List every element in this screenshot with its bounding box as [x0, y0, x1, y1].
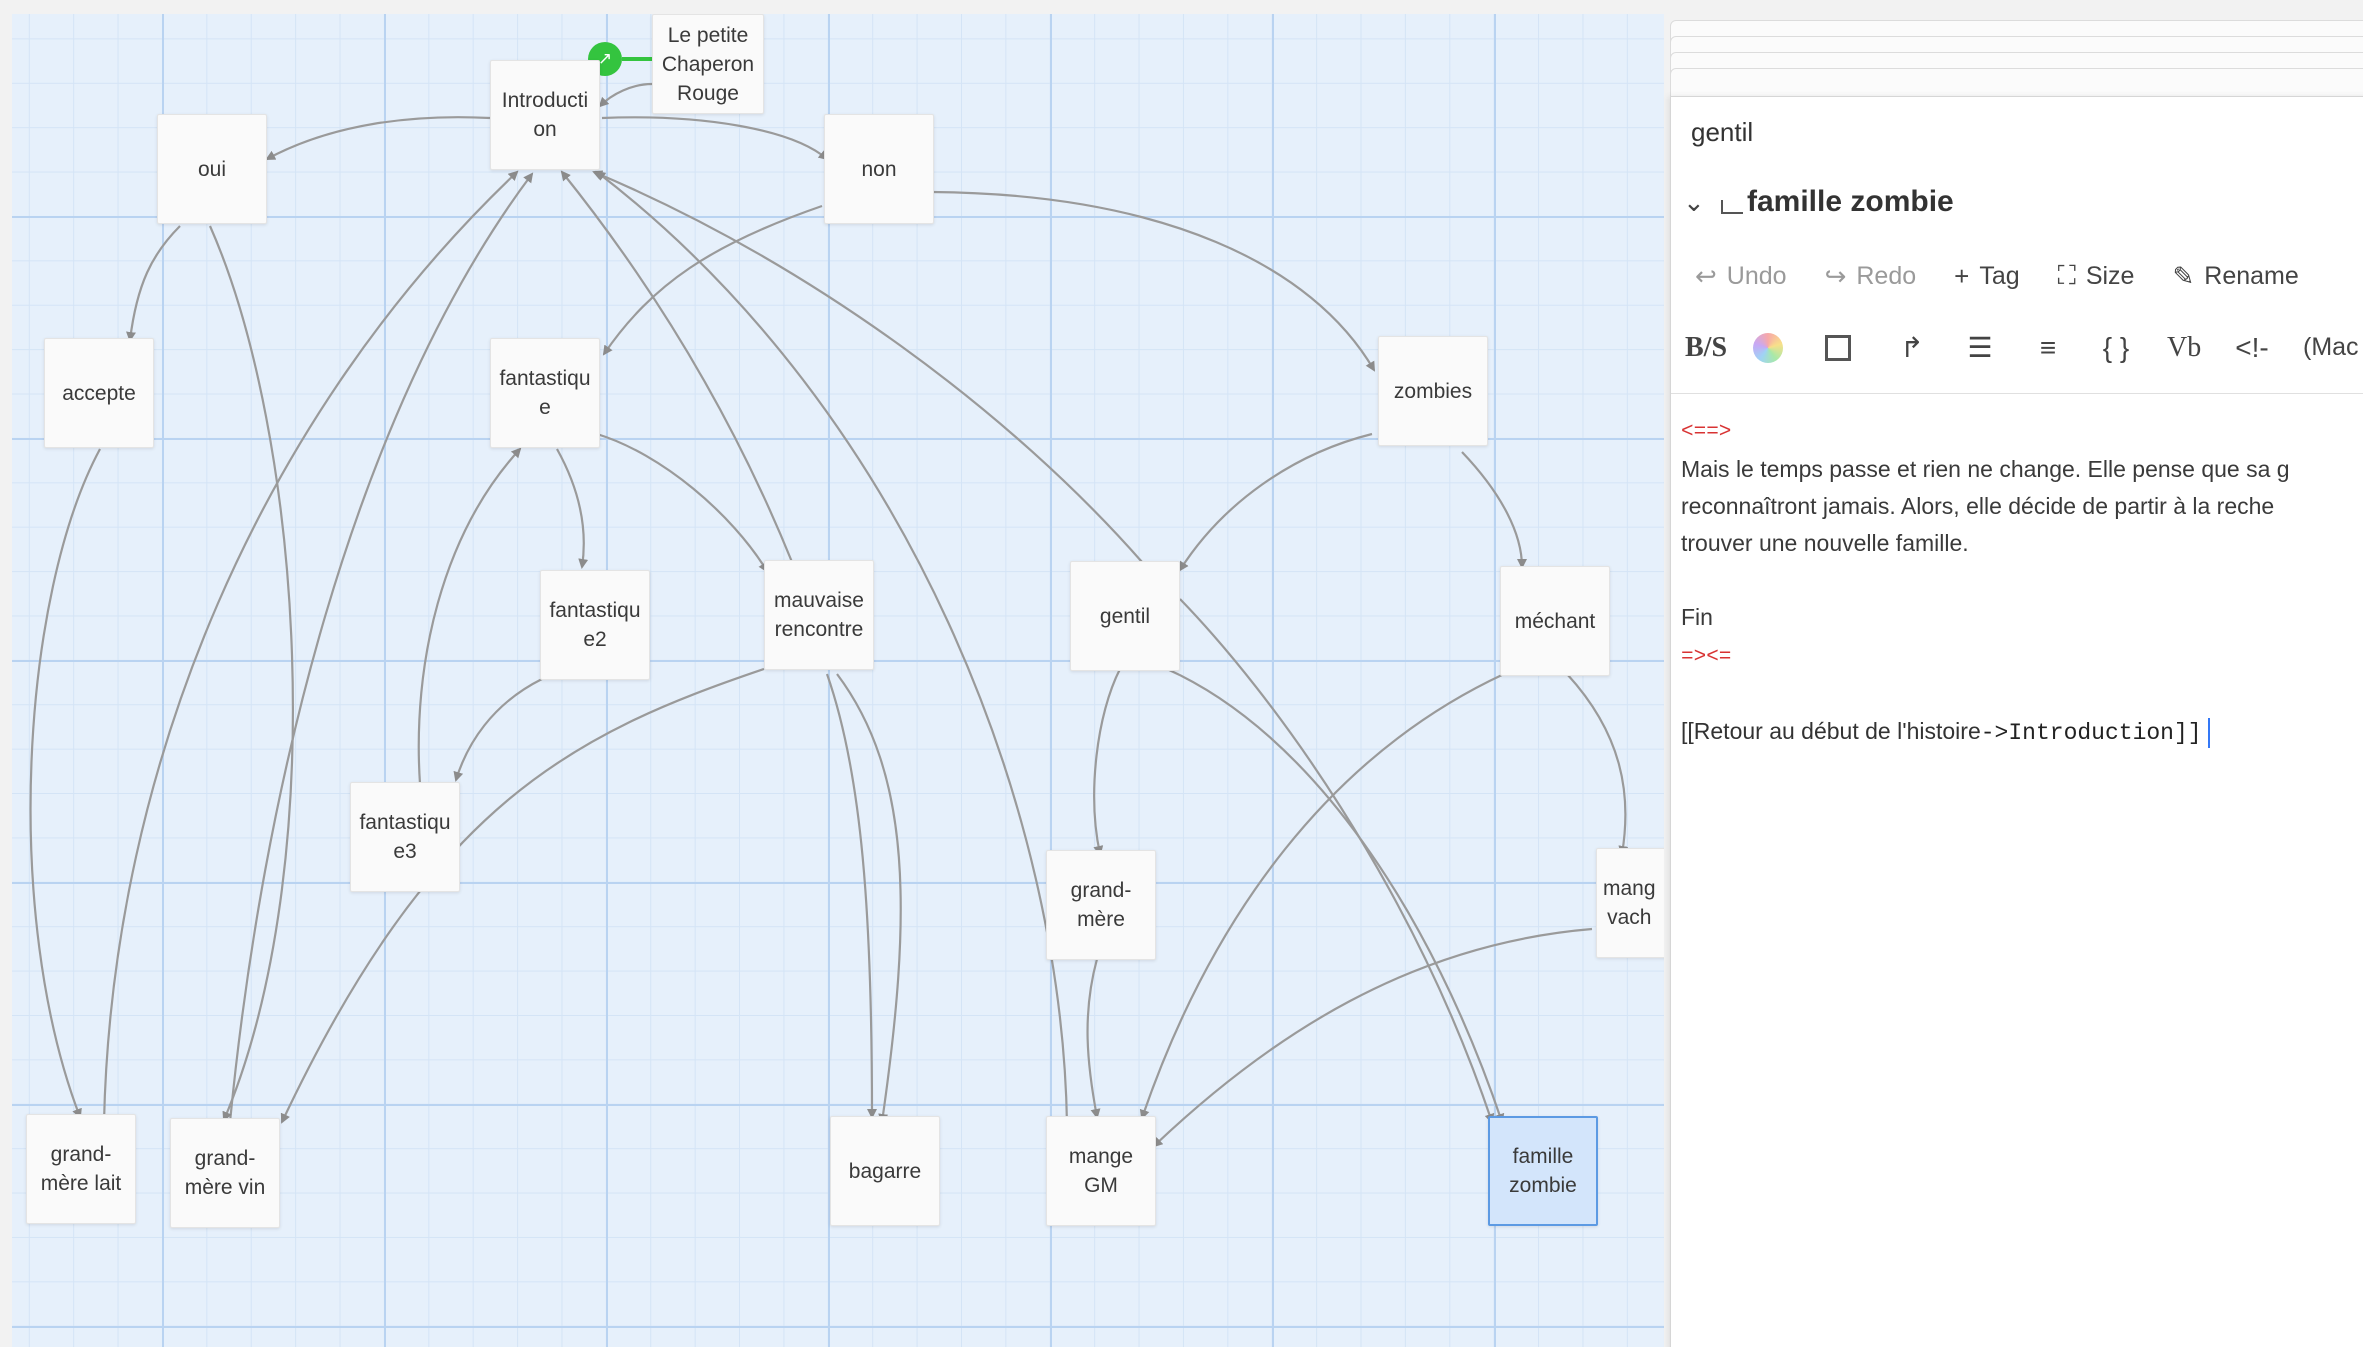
tag-label: Tag	[1979, 261, 2020, 290]
collapsed-dialog-title[interactable]: gentil	[1691, 117, 1753, 148]
link-arrow: ->	[1980, 720, 2009, 746]
list-icon[interactable]: ☰	[1963, 331, 1997, 364]
link-gmvin-introduction	[228, 172, 534, 1123]
color-picker-icon[interactable]	[1753, 332, 1783, 363]
link-mechant-mangevache	[1566, 673, 1629, 856]
passage-mauvaise[interactable]: mauvaise rencontre	[764, 560, 874, 670]
passage-fantastique3[interactable]: fantastiqu e3	[350, 782, 460, 892]
editor-line: Fin	[1681, 604, 1713, 630]
comment-button[interactable]: <!-	[2235, 332, 2269, 364]
rename-label: Rename	[2204, 261, 2299, 290]
link-accepte-gmlait	[29, 448, 101, 1119]
passage-accepte[interactable]: accepte	[44, 338, 154, 448]
link-fantastique-fantastique2	[556, 448, 589, 569]
passage-edit-dialog: gentil ⌄ famille zombie ↩ Undo ↪ Redo + …	[1670, 96, 2363, 1347]
verbatim-button[interactable]: Vb	[2167, 332, 2201, 364]
passage-link[interactable]: [[Retour au début de l'histoire->Introdu…	[1681, 713, 2363, 752]
link-mangevache-mangegm	[1152, 927, 1593, 1148]
link-gentil-grandmere	[1093, 668, 1121, 856]
passage-mechant[interactable]: méchant	[1500, 566, 1610, 676]
link-fantastique-mauvaise	[596, 432, 769, 573]
link-gentil-famillezombie-2	[1166, 667, 1505, 1124]
passage-gentil[interactable]: gentil	[1070, 561, 1180, 671]
text-caret	[2207, 717, 2210, 748]
link-zombies-mechant	[1461, 451, 1527, 569]
link-gmlait-introduction	[102, 170, 519, 1123]
passage-mangegm[interactable]: mange GM	[1046, 1116, 1156, 1226]
strikethrough-button[interactable]: B/S	[1685, 332, 1727, 364]
editor-line: Mais le temps passe et rien ne change. E…	[1681, 456, 2290, 482]
center-align-icon[interactable]: ≡	[2031, 332, 2065, 364]
link-gentil-introduction	[592, 170, 1143, 563]
passage-chaperon[interactable]: Le petite Chaperon Rouge	[652, 14, 764, 114]
braces-icon[interactable]: { }	[2099, 332, 2133, 364]
story-map-canvas[interactable]: ↗ Le petite Chaperon Rouge Introducti on…	[12, 14, 1664, 1347]
format-toolbar: B/S ↱ ☰ ≡ { } Vb <!- (Mac	[1685, 331, 2363, 364]
passage-gmlait[interactable]: grand- mère lait	[26, 1114, 136, 1224]
passage-zombies[interactable]: zombies	[1378, 336, 1488, 446]
link-non-zombies	[931, 190, 1376, 372]
link-grandmere-mangegm	[1086, 958, 1101, 1119]
passage-oui[interactable]: oui	[157, 114, 267, 224]
editor-line: reconnaîtront jamais. Alors, elle décide…	[1681, 493, 2275, 519]
rename-button[interactable]: ✎ Rename	[2172, 260, 2298, 292]
passage-non[interactable]: non	[824, 114, 934, 224]
link-text: [[Retour au début de l'histoire	[1681, 718, 1981, 744]
passage-introduction[interactable]: Introducti on	[490, 60, 600, 170]
passage-fantastique2[interactable]: fantastiqu e2	[540, 570, 650, 680]
close-hook: =><=	[1681, 646, 1732, 669]
chevron-down-icon[interactable]: ⌄	[1683, 187, 1721, 218]
link-mauvaise-bagarre	[825, 673, 877, 1119]
link-chaperon-introduction	[598, 82, 653, 108]
toolbar-divider	[1671, 393, 2363, 394]
passage-bagarre[interactable]: bagarre	[830, 1116, 940, 1226]
passage-toolbar: ↩ Undo ↪ Redo + Tag ⛶ Size ✎ Rename	[1695, 260, 2337, 292]
resize-icon: ⛶	[2057, 260, 2076, 290]
open-hook: <==>	[1681, 421, 1732, 444]
passage-fantastique[interactable]: fantastiqu e	[490, 338, 600, 448]
undo-label: Undo	[1726, 261, 1787, 290]
redo-icon: ↪	[1824, 260, 1847, 291]
size-button[interactable]: ⛶ Size	[2058, 260, 2135, 292]
link-oui-accepte	[126, 225, 181, 342]
link-suffix: ]]	[2174, 720, 2202, 746]
alignment-icon[interactable]: ↱	[1895, 331, 1929, 364]
passage-grandmere[interactable]: grand- mère	[1046, 850, 1156, 960]
link-zombies-gentil	[1178, 432, 1373, 572]
tag-button[interactable]: + Tag	[1954, 260, 2020, 292]
undo-icon: ↩	[1695, 260, 1717, 291]
link-introduction-non	[601, 116, 829, 161]
macro-button[interactable]: (Mac	[2303, 333, 2359, 362]
link-fantastique3-fantastique	[417, 447, 522, 785]
editor-line: trouver une nouvelle famille.	[1681, 530, 1969, 556]
link-introduction-oui	[265, 116, 491, 160]
dialog-title: famille zombie	[1747, 185, 1954, 218]
passage-mangevache[interactable]: mang vach	[1596, 848, 1664, 958]
plus-icon: +	[1954, 260, 1970, 291]
passage-icon	[1721, 200, 1743, 214]
rename-icon: ✎	[2172, 260, 2195, 291]
link-oui-gmvin	[208, 225, 294, 1122]
link-gentil-famillezombie	[1179, 598, 1495, 1124]
border-box-icon[interactable]	[1825, 334, 1851, 361]
dialog-header: ⌄ famille zombie	[1683, 185, 1954, 219]
size-label: Size	[2085, 261, 2135, 290]
link-target: Introduction	[2008, 720, 2174, 746]
redo-label: Redo	[1856, 261, 1917, 290]
passage-famillezombie[interactable]: famille zombie	[1488, 1116, 1598, 1226]
redo-button[interactable]: ↪ Redo	[1825, 260, 1917, 292]
undo-button[interactable]: ↩ Undo	[1695, 260, 1787, 292]
link-mauvaise-gmvin	[280, 667, 765, 1124]
passage-gmvin[interactable]: grand- mère vin	[170, 1118, 280, 1228]
passage-text-editor[interactable]: <==> Mais le temps passe et rien ne chan…	[1681, 411, 2363, 752]
link-fantastique2-fantastique3	[453, 678, 543, 782]
link-mechant-mangegm	[1139, 673, 1505, 1120]
